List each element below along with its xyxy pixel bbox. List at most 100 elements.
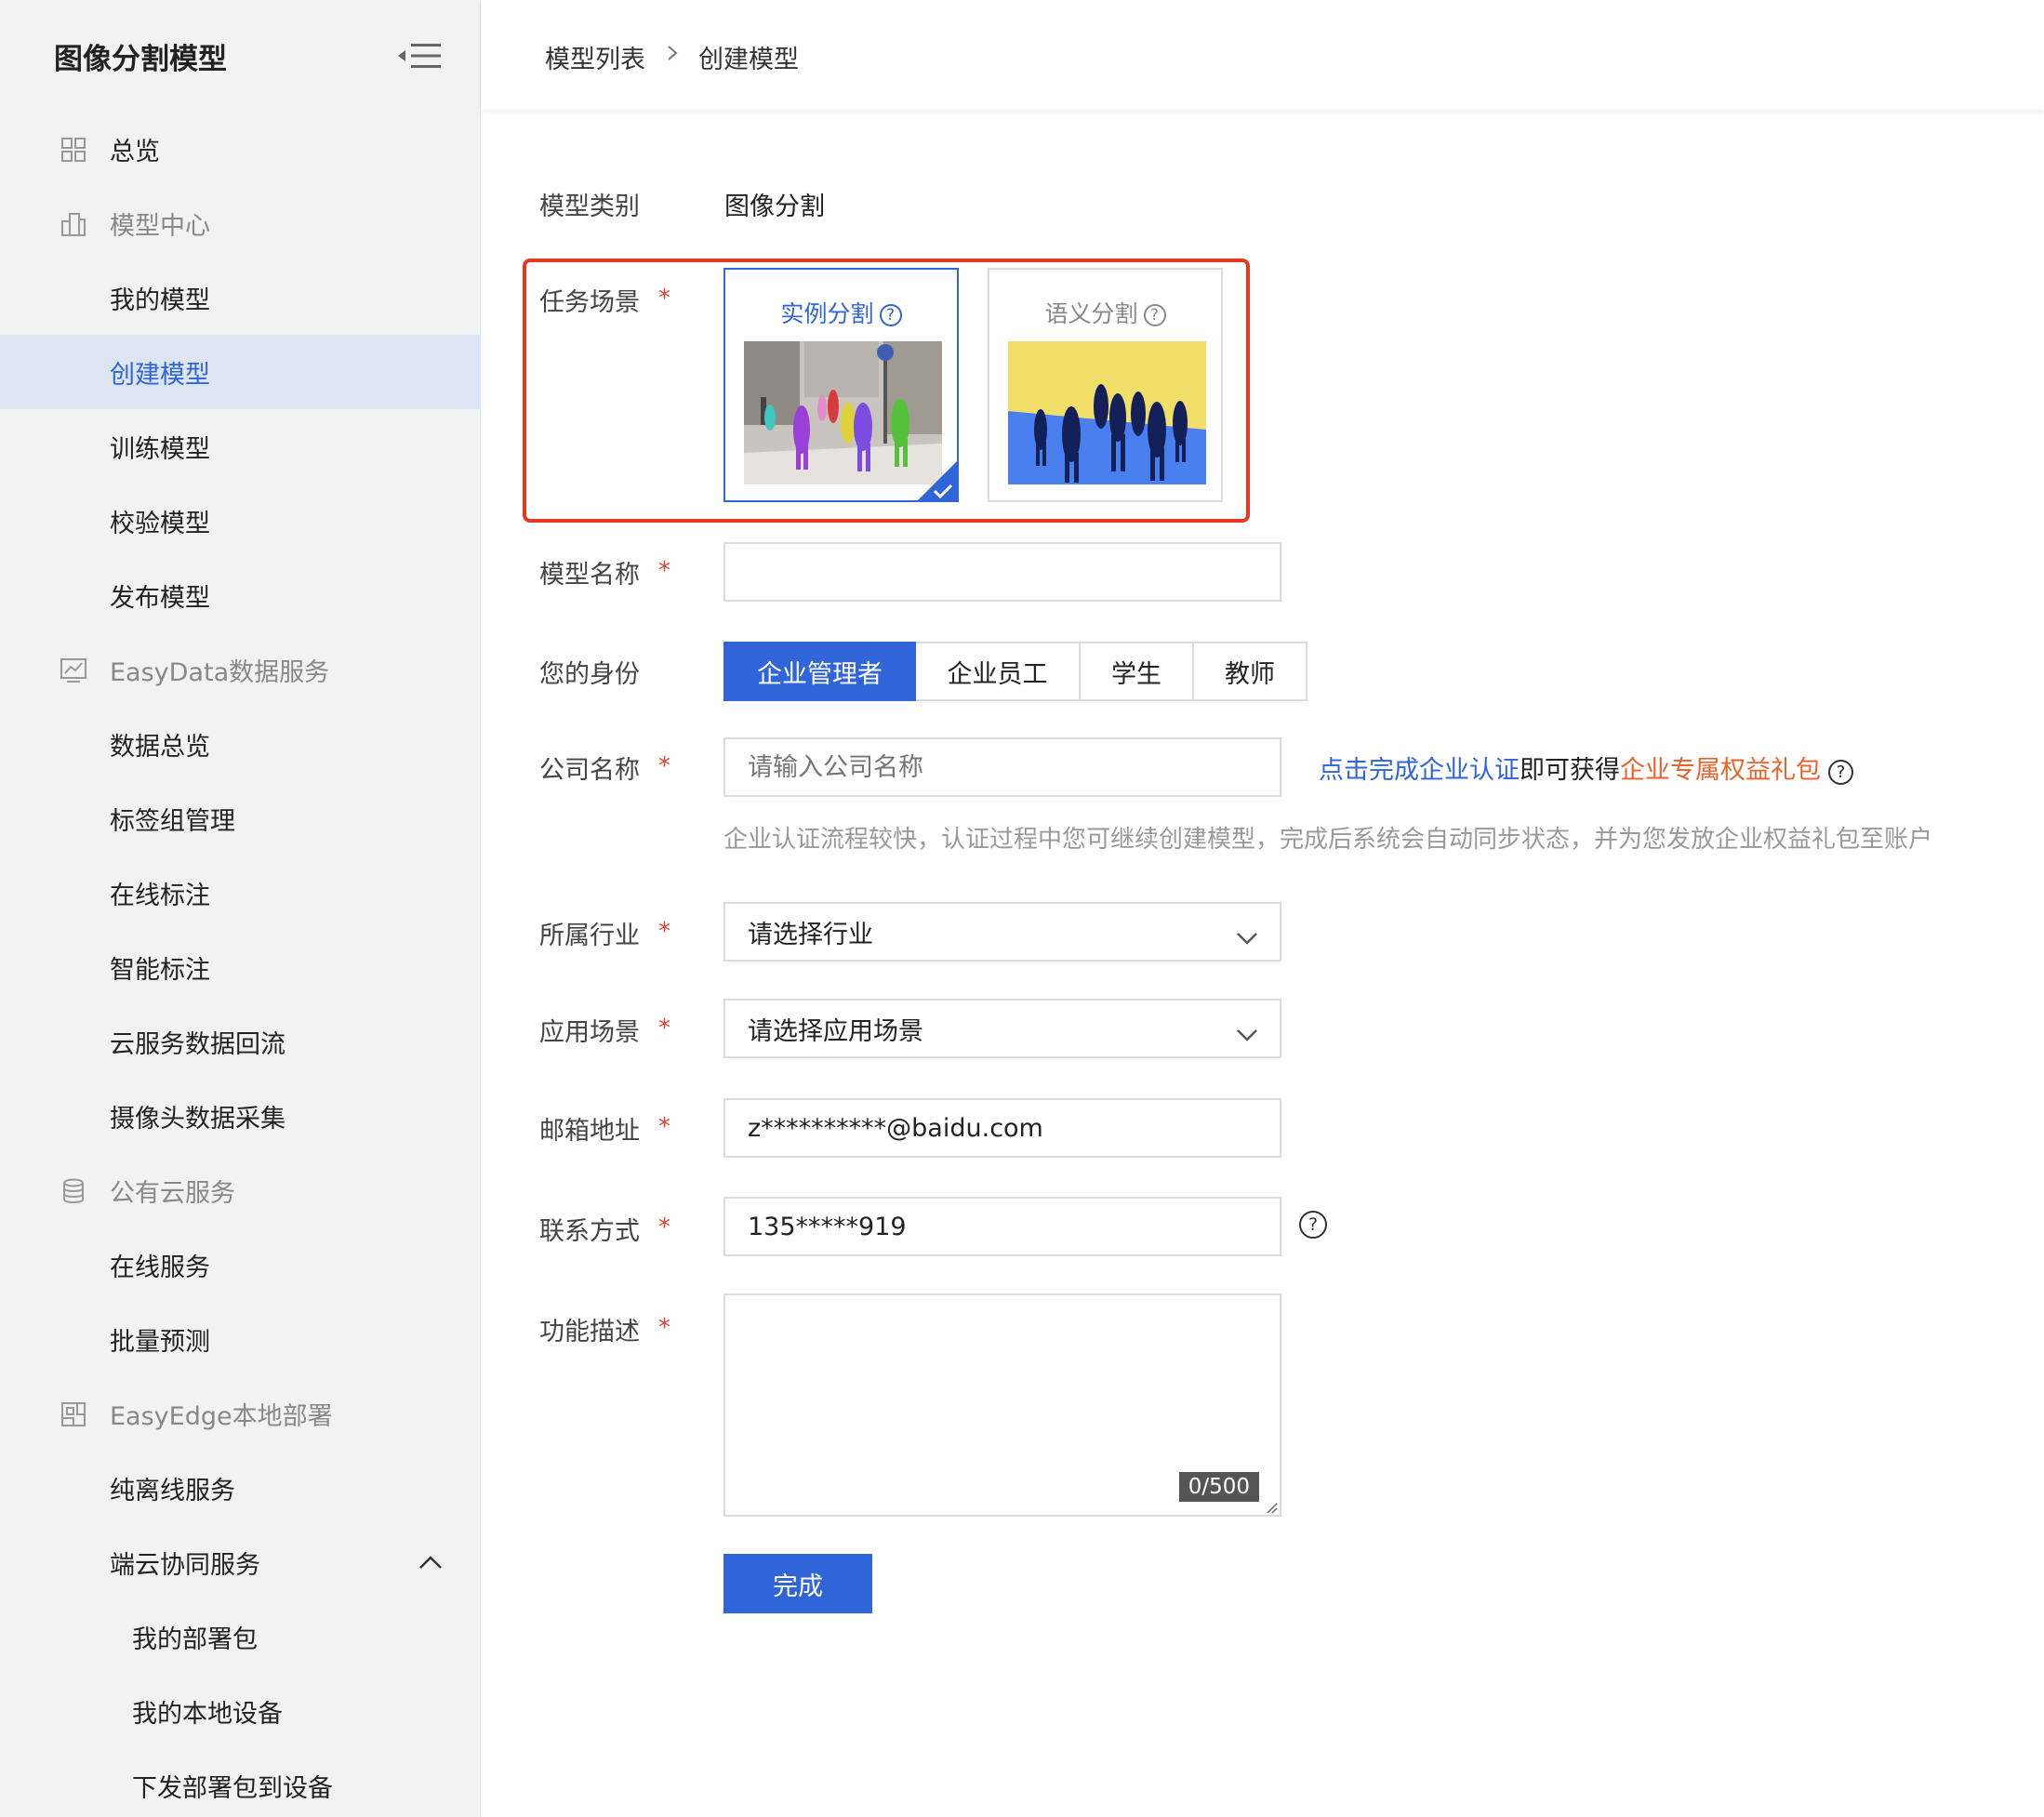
building-icon xyxy=(60,210,87,238)
help-icon[interactable]: ? xyxy=(1143,304,1166,326)
sidebar-item-label: 批量预测 xyxy=(110,1327,210,1357)
sidebar-item-deliver-package[interactable]: 下发部署包到设备 xyxy=(0,1748,481,1817)
chevron-up-icon[interactable] xyxy=(417,1551,445,1573)
sidebar-item-overview[interactable]: 总览 xyxy=(0,112,481,186)
sidebar-item-label: 在线服务 xyxy=(110,1253,210,1282)
chart-icon xyxy=(60,657,87,684)
sidebar-item-label: 发布模型 xyxy=(110,583,210,613)
company-name-input[interactable] xyxy=(723,737,1281,797)
scene-card-title: 语义分割? xyxy=(989,296,1221,329)
sidebar-item-label: 数据总览 xyxy=(110,732,210,762)
sidebar-item-label: 端云协同服务 xyxy=(110,1550,260,1580)
required-mark: * xyxy=(658,1113,670,1141)
sidebar-item-data-overview[interactable]: 数据总览 xyxy=(0,707,481,781)
identity-option-employee[interactable]: 企业员工 xyxy=(916,642,1081,701)
required-mark: * xyxy=(658,1314,670,1342)
help-icon[interactable]: ? xyxy=(1828,760,1853,785)
model-name-input[interactable] xyxy=(723,542,1281,602)
scene-label: 任务场景 xyxy=(539,288,640,317)
sidebar-item-camera-collection[interactable]: 摄像头数据采集 xyxy=(0,1079,481,1153)
enterprise-gift-link[interactable]: 企业专属权益礼包 xyxy=(1620,756,1821,785)
resize-handle-icon[interactable] xyxy=(1265,1500,1278,1514)
sidebar-item-easydata[interactable]: EasyData数据服务 xyxy=(0,632,481,707)
sidebar-item-easyedge[interactable]: EasyEdge本地部署 xyxy=(0,1376,481,1451)
sidebar-item-create-model[interactable]: 创建模型 xyxy=(0,335,481,409)
submit-button[interactable]: 完成 xyxy=(723,1554,872,1613)
sidebar-item-label: 云服务数据回流 xyxy=(110,1029,285,1059)
sidebar-item-label: 公有云服务 xyxy=(110,1178,235,1208)
industry-select[interactable]: 请选择行业 xyxy=(723,902,1281,962)
enterprise-auth-link[interactable]: 点击完成企业认证 xyxy=(1319,756,1520,785)
model-type-value: 图像分割 xyxy=(724,192,825,221)
sidebar-item-publish-model[interactable]: 发布模型 xyxy=(0,558,481,632)
sidebar-item-label: 标签组管理 xyxy=(110,806,235,836)
sidebar-title: 图像分割模型 xyxy=(54,43,227,76)
company-label: 公司名称 xyxy=(539,756,640,785)
selected-check-icon xyxy=(916,459,959,502)
breadcrumb-model-list-link[interactable]: 模型列表 xyxy=(545,39,645,75)
sidebar-item-online-service[interactable]: 在线服务 xyxy=(0,1227,481,1302)
description-textarea[interactable]: 0/500 xyxy=(723,1293,1281,1517)
identity-option-teacher[interactable]: 教师 xyxy=(1194,642,1307,701)
model-name-label: 模型名称 xyxy=(539,561,640,590)
app-scene-select-value: 请选择应用场景 xyxy=(748,1016,923,1046)
enterprise-auth-promo: 点击完成企业认证即可获得企业专属权益礼包? xyxy=(1319,749,1853,786)
sidebar-item-label: 模型中心 xyxy=(110,211,210,241)
sidebar-item-label: 我的模型 xyxy=(110,285,210,315)
sidebar-item-my-devices[interactable]: 我的本地设备 xyxy=(0,1674,481,1748)
identity-selector: 企业管理者 企业员工 学生 教师 xyxy=(723,642,1307,701)
semantic-segmentation-image xyxy=(1008,341,1206,484)
help-icon[interactable]: ? xyxy=(879,304,902,326)
sidebar-item-edge-cloud[interactable]: 端云协同服务 xyxy=(0,1525,481,1599)
sidebar: 图像分割模型 总览 模型中心 我的模型 创建模型 训练模型 校验模型 发布模型 … xyxy=(0,0,481,1817)
identity-option-student[interactable]: 学生 xyxy=(1081,642,1194,701)
scene-card-semantic[interactable]: 语义分割? xyxy=(988,268,1223,502)
database-icon xyxy=(60,1177,87,1205)
sidebar-item-online-annotation[interactable]: 在线标注 xyxy=(0,855,481,930)
breadcrumb: 模型列表 创建模型 xyxy=(482,0,2044,110)
chevron-down-icon xyxy=(1235,1021,1259,1041)
app-root: 图像分割模型 总览 模型中心 我的模型 创建模型 训练模型 校验模型 发布模型 … xyxy=(0,0,2044,1817)
sidebar-item-label: 校验模型 xyxy=(110,509,210,538)
sidebar-item-label: 在线标注 xyxy=(110,881,210,910)
scene-instance-label: 实例分割 xyxy=(780,300,874,327)
email-field[interactable]: z**********@baidu.com xyxy=(723,1098,1281,1158)
scene-card-instance[interactable]: 实例分割? xyxy=(723,268,959,502)
required-mark: * xyxy=(658,285,670,312)
sidebar-item-train-model[interactable]: 训练模型 xyxy=(0,409,481,484)
scene-card-title: 实例分割? xyxy=(725,296,957,329)
sidebar-item-label: 创建模型 xyxy=(110,360,210,390)
sidebar-item-cloud-data-return[interactable]: 云服务数据回流 xyxy=(0,1004,481,1079)
sidebar-item-label: EasyData数据服务 xyxy=(110,657,330,687)
sidebar-item-my-models[interactable]: 我的模型 xyxy=(0,260,481,335)
contact-label: 联系方式 xyxy=(539,1217,640,1246)
sidebar-item-public-cloud[interactable]: 公有云服务 xyxy=(0,1153,481,1227)
collapse-menu-icon[interactable] xyxy=(396,39,445,73)
sidebar-item-model-center[interactable]: 模型中心 xyxy=(0,186,481,260)
required-mark: * xyxy=(658,1015,670,1042)
sidebar-item-my-packages[interactable]: 我的部署包 xyxy=(0,1599,481,1674)
scene-semantic-label: 语义分割 xyxy=(1044,300,1138,327)
sidebar-item-validate-model[interactable]: 校验模型 xyxy=(0,484,481,558)
app-scene-select[interactable]: 请选择应用场景 xyxy=(723,999,1281,1058)
breadcrumb-current: 创建模型 xyxy=(698,46,799,74)
help-icon[interactable]: ? xyxy=(1299,1211,1327,1239)
sidebar-item-label: 训练模型 xyxy=(110,434,210,464)
sidebar-item-label: 摄像头数据采集 xyxy=(110,1104,285,1134)
sidebar-item-smart-annotation[interactable]: 智能标注 xyxy=(0,930,481,1004)
company-hint-text: 企业认证流程较快，认证过程中您可继续创建模型，完成后系统会自动同步状态，并为您发… xyxy=(723,826,1933,854)
chevron-right-icon xyxy=(663,41,682,65)
deploy-icon xyxy=(60,1400,87,1428)
sidebar-item-label: 我的部署包 xyxy=(132,1625,258,1654)
sidebar-item-label-groups[interactable]: 标签组管理 xyxy=(0,781,481,855)
industry-select-value: 请选择行业 xyxy=(748,920,873,949)
sidebar-item-offline-service[interactable]: 纯离线服务 xyxy=(0,1451,481,1525)
identity-option-manager[interactable]: 企业管理者 xyxy=(723,642,916,701)
auth-middle-text: 即可获得 xyxy=(1520,756,1620,785)
sidebar-item-label: 总览 xyxy=(110,137,160,166)
sidebar-item-label: EasyEdge本地部署 xyxy=(110,1401,333,1431)
contact-field[interactable]: 135*****919 xyxy=(723,1197,1281,1256)
sidebar-header: 图像分割模型 xyxy=(0,0,481,112)
sidebar-item-label: 纯离线服务 xyxy=(110,1476,235,1505)
sidebar-item-batch-predict[interactable]: 批量预测 xyxy=(0,1302,481,1376)
